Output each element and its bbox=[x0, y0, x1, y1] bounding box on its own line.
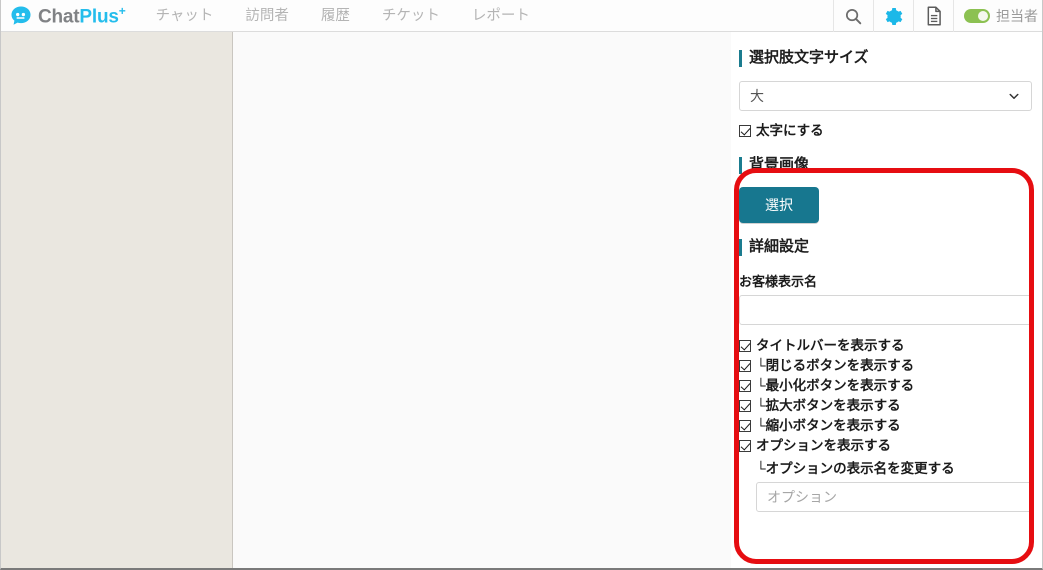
search-button[interactable] bbox=[833, 0, 873, 32]
settings-panel: 選択肢文字サイズ 大 太字にする 背景画像 選択 詳細設定 お客様表示名 タイト… bbox=[731, 32, 1042, 568]
header-actions: 担当者 bbox=[833, 0, 1042, 32]
nav-reports[interactable]: レポート bbox=[456, 0, 546, 32]
bold-checkbox-row[interactable]: 太字にする bbox=[739, 122, 1032, 139]
checkbox-show-close-button-label: └閉じるボタンを表示する bbox=[756, 358, 915, 373]
customer-display-name-input[interactable] bbox=[739, 295, 1032, 325]
chat-bubble-icon bbox=[11, 5, 31, 25]
checkbox-row-show-maximize-button[interactable]: └拡大ボタンを表示する bbox=[739, 397, 1032, 414]
font-size-select-value: 大 bbox=[750, 88, 764, 104]
application-window: ChatPlus+ チャット 訪問者 履歴 チケット レポート 担当者 選択肢文… bbox=[0, 0, 1043, 570]
document-button[interactable] bbox=[913, 0, 953, 32]
checkbox-show-options[interactable] bbox=[739, 439, 751, 452]
accent-bar-icon bbox=[739, 238, 742, 256]
nav-visitors[interactable]: 訪問者 bbox=[229, 0, 305, 32]
section-title-detail-settings: 詳細設定 bbox=[739, 237, 1032, 257]
checkbox-bold-label: 太字にする bbox=[756, 123, 824, 138]
checkbox-show-titlebar-label: タイトルバーを表示する bbox=[756, 338, 905, 353]
logo-superscript: + bbox=[118, 3, 126, 18]
search-icon bbox=[845, 8, 862, 24]
checkbox-show-minimize-button[interactable] bbox=[739, 379, 751, 392]
section-title-font-size: 選択肢文字サイズ bbox=[739, 48, 1032, 68]
widget-preview-pane bbox=[234, 32, 730, 568]
logo-wordmark: ChatPlus+ bbox=[38, 5, 126, 26]
font-size-select[interactable]: 大 bbox=[739, 81, 1032, 111]
option-display-name-input[interactable] bbox=[756, 482, 1032, 512]
checkbox-show-titlebar[interactable] bbox=[739, 339, 751, 352]
section-title-detail-settings-label: 詳細設定 bbox=[749, 238, 810, 255]
checkbox-bold[interactable] bbox=[739, 124, 751, 137]
checkbox-show-options-label: オプションを表示する bbox=[756, 438, 891, 453]
display-options-checkbox-group: タイトルバーを表示する └閉じるボタンを表示する └最小化ボタンを表示する └拡… bbox=[739, 337, 1032, 454]
agent-toggle-group[interactable]: 担当者 bbox=[953, 0, 1042, 32]
checkbox-show-minimize-button-label: └最小化ボタンを表示する bbox=[756, 378, 915, 393]
accent-bar-icon bbox=[739, 49, 742, 67]
nav-tickets[interactable]: チケット bbox=[366, 0, 456, 32]
checkbox-show-maximize-button[interactable] bbox=[739, 399, 751, 412]
checkbox-row-show-minimize-button[interactable]: └最小化ボタンを表示する bbox=[739, 377, 1032, 394]
agent-toggle-label: 担当者 bbox=[996, 8, 1038, 24]
agent-availability-toggle[interactable] bbox=[964, 9, 990, 23]
checkbox-show-shrink-button[interactable] bbox=[739, 419, 751, 432]
app-header: ChatPlus+ チャット 訪問者 履歴 チケット レポート 担当者 bbox=[1, 0, 1042, 32]
nav-chat[interactable]: チャット bbox=[140, 0, 230, 32]
background-image-select-button[interactable]: 選択 bbox=[739, 187, 819, 223]
section-title-background-image: 背景画像 bbox=[739, 155, 1032, 175]
checkbox-show-close-button[interactable] bbox=[739, 359, 751, 372]
checkbox-show-maximize-button-label: └拡大ボタンを表示する bbox=[756, 398, 901, 413]
nav-history[interactable]: 履歴 bbox=[305, 0, 366, 32]
checkbox-show-shrink-button-label: └縮小ボタンを表示する bbox=[756, 418, 901, 433]
main-navigation: チャット 訪問者 履歴 チケット レポート bbox=[140, 0, 546, 32]
section-title-background-image-label: 背景画像 bbox=[749, 156, 810, 173]
logo-text-chat: Chat bbox=[38, 6, 80, 28]
gear-icon bbox=[885, 7, 903, 25]
checkbox-row-show-close-button[interactable]: └閉じるボタンを表示する bbox=[739, 357, 1032, 374]
chevron-down-icon bbox=[1009, 93, 1019, 99]
checkbox-row-show-options[interactable]: オプションを表示する bbox=[739, 437, 1032, 454]
option-name-input-wrap bbox=[756, 482, 1032, 512]
accent-bar-icon bbox=[739, 156, 742, 174]
logo-text-plus: Plus bbox=[79, 6, 119, 28]
settings-button[interactable] bbox=[873, 0, 913, 32]
toggle-knob bbox=[978, 11, 988, 21]
option-rename-note: └オプションの表示名を変更する bbox=[756, 461, 955, 476]
font-size-select-row: 大 bbox=[739, 81, 1032, 111]
app-logo[interactable]: ChatPlus+ bbox=[1, 0, 140, 32]
section-title-font-size-label: 選択肢文字サイズ bbox=[749, 49, 869, 66]
checkbox-row-show-titlebar[interactable]: タイトルバーを表示する bbox=[739, 337, 1032, 354]
document-icon bbox=[927, 6, 941, 26]
checkbox-row-show-shrink-button[interactable]: └縮小ボタンを表示する bbox=[739, 417, 1032, 434]
customer-display-name-label: お客様表示名 bbox=[739, 274, 818, 289]
left-sidebar bbox=[1, 32, 233, 568]
